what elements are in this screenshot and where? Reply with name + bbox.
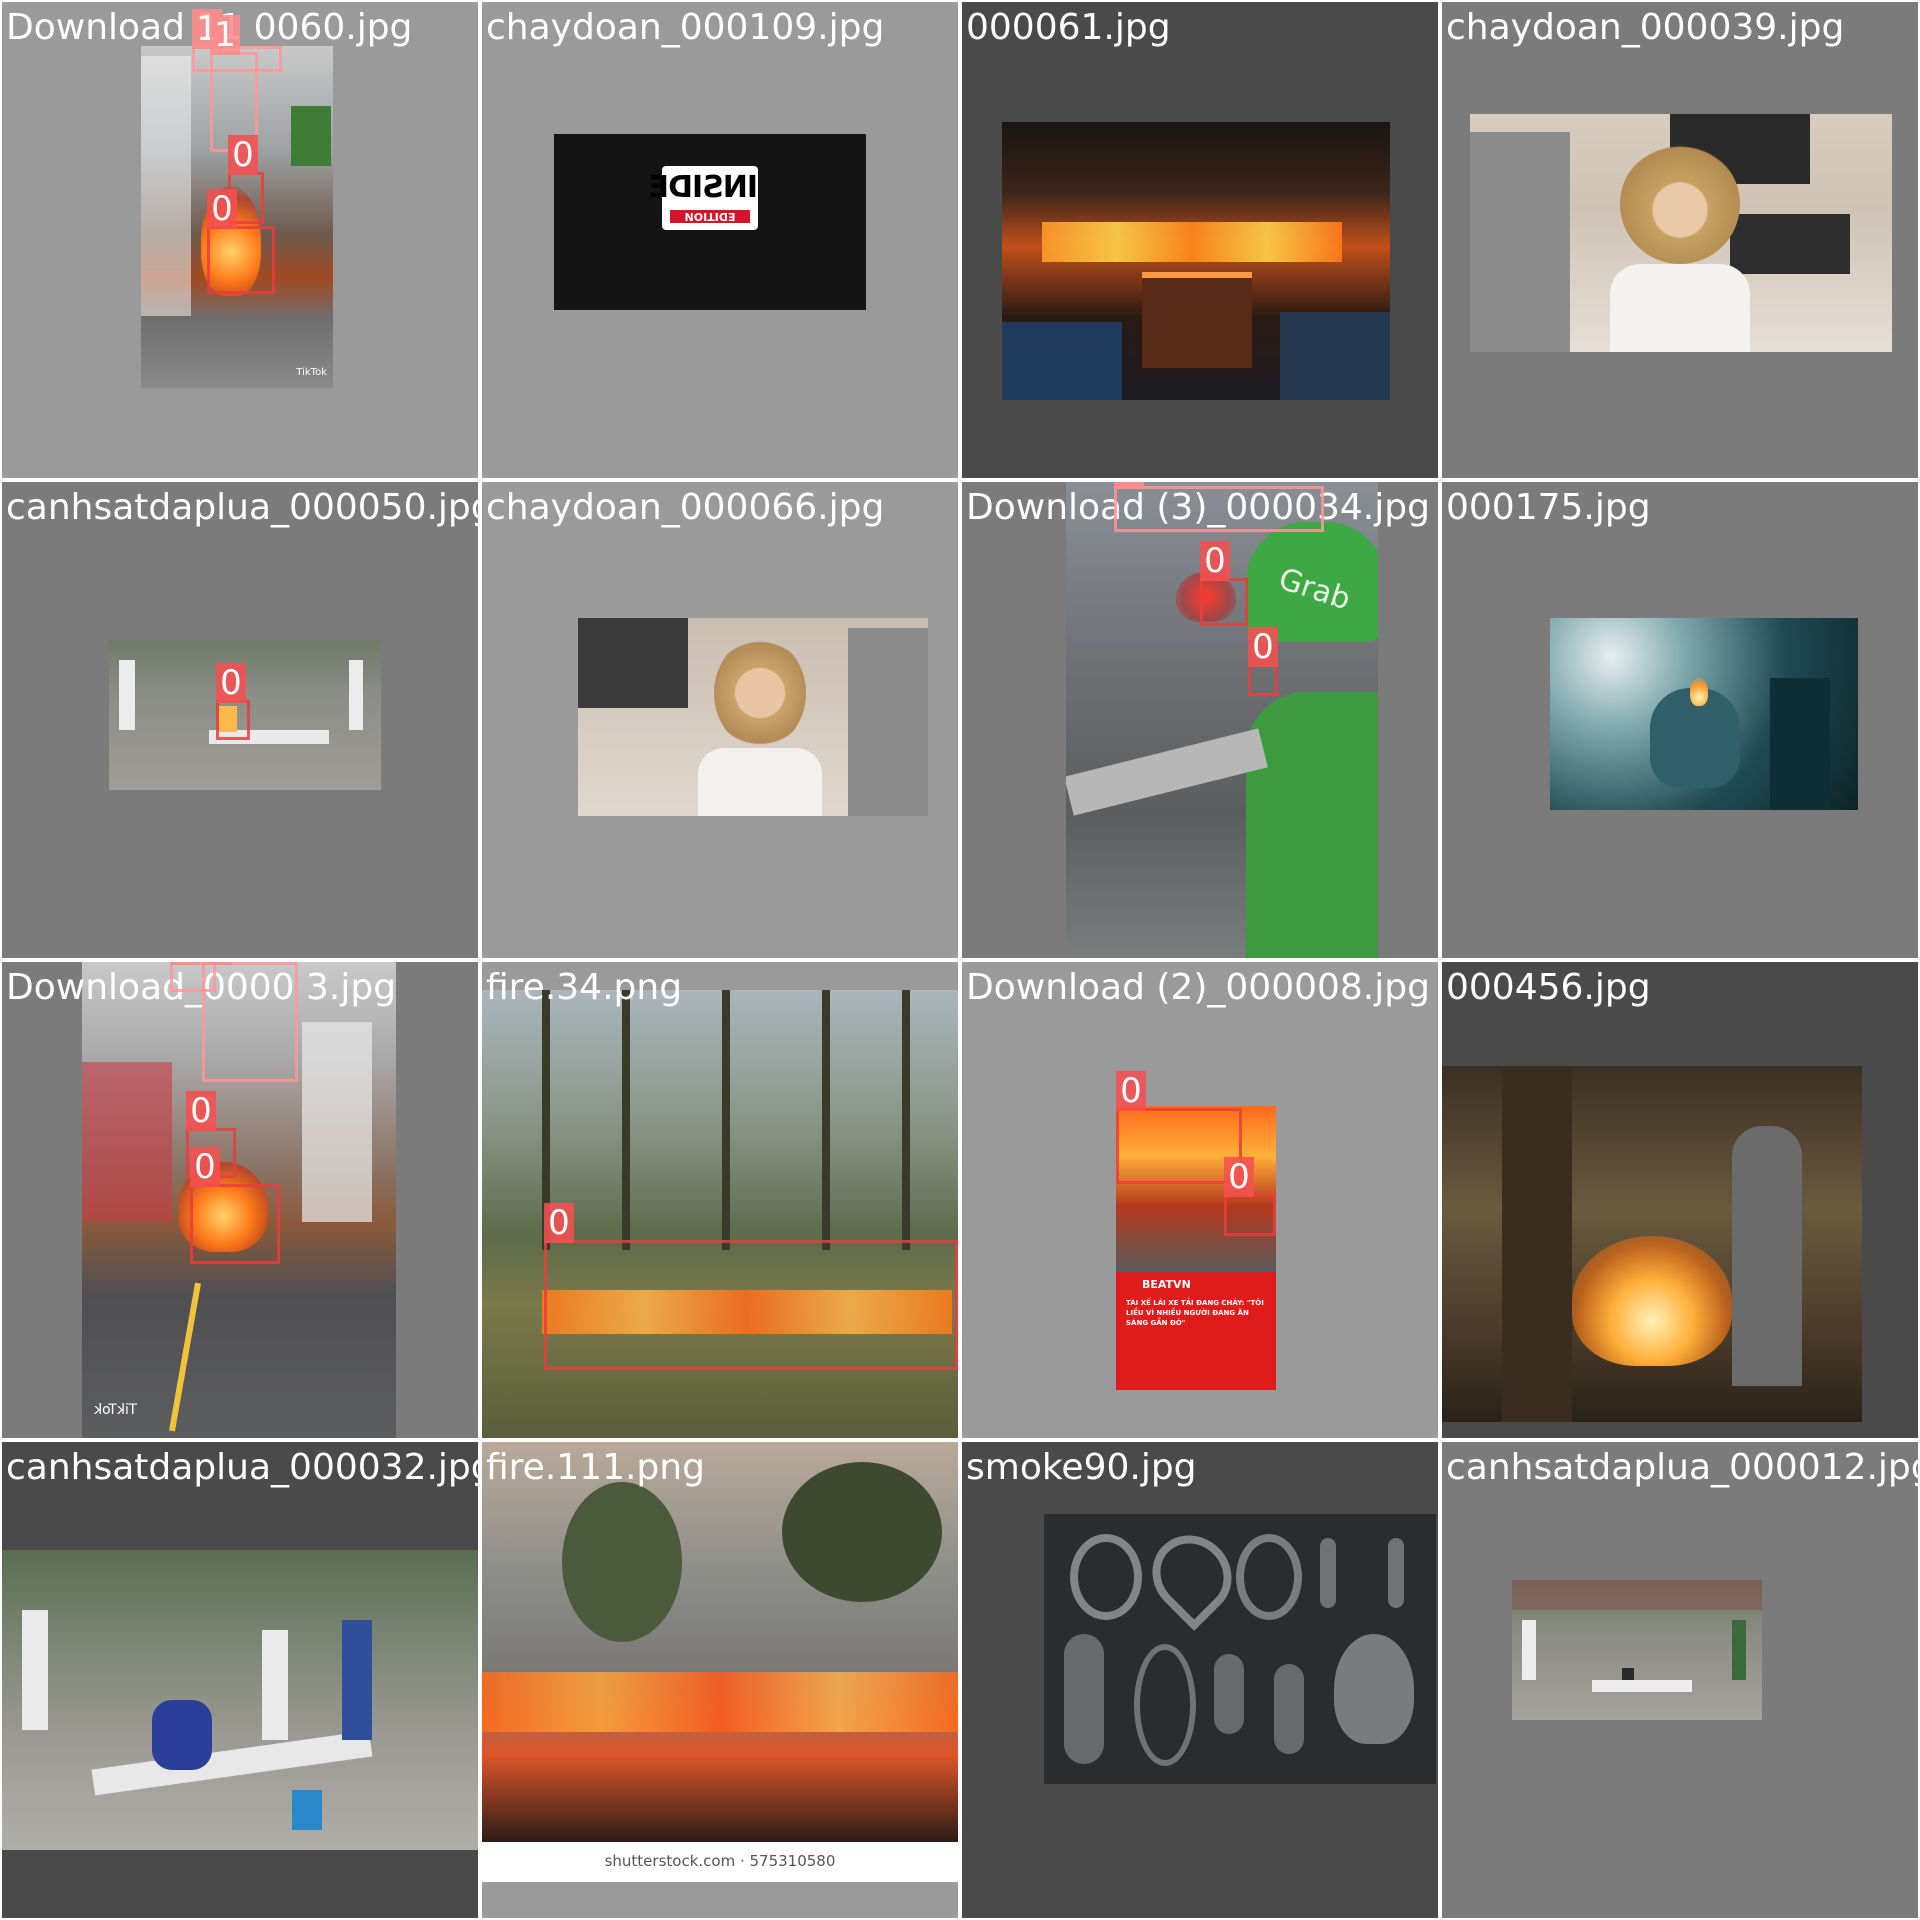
shutterstock-watermark: shutterstock.com · 575310580 [604,1852,836,1870]
tile-filename: chaydoan_000039.jpg [1446,7,1845,48]
thumbnail-forest-ground-fire [482,990,958,1438]
tile-download-000060[interactable]: TikTok 1 1 0 0 Download 11 0060.jpg [2,2,478,478]
thumbnail-kitchen-presenter [578,618,928,816]
thumbnail-grab-driver-fire: Grab [1066,482,1378,958]
tiktok-watermark: TikTok [94,1402,137,1418]
thumbnail-forest-fire-smoke [482,1442,958,1842]
beatvn-caption: TÀI XẾ LÁI XE TẢI ĐANG CHÁY: "TÔI LIỀU V… [1126,1299,1264,1327]
tile-filename: 000456.jpg [1446,967,1651,1008]
tile-filename: fire.34.png [486,967,683,1008]
tile-filename: chaydoan_000109.jpg [486,7,885,48]
tile-fire-111[interactable]: shutterstock.com · 575310580 fire.111.pn… [482,1442,958,1918]
tile-download-2-000008[interactable]: BEATVN TÀI XẾ LÁI XE TẢI ĐANG CHÁY: "TÔI… [962,962,1438,1438]
tile-000456[interactable]: 000456.jpg [1442,962,1918,1438]
thumbnail-inside-edition: INSIDE EDITION [554,134,866,310]
thumbnail-street-fire: TikTok [82,962,396,1438]
thumbnail-beatvn-truck-fire: BEATVN TÀI XẾ LÁI XE TẢI ĐANG CHÁY: "TÔI… [1116,1106,1276,1390]
thumbnail-night-street-fire [1442,1066,1862,1422]
tile-filename: canhsatdaplua_000012.jpg [1446,1447,1918,1488]
tile-000175[interactable]: 000175.jpg [1442,482,1918,958]
shutterstock-footer: shutterstock.com · 575310580 [482,1842,958,1882]
tile-filename: canhsatdaplua_000050.jpg [6,487,478,528]
thumbnail-fire-drill-crowd [2,1550,478,1850]
tile-filename: canhsatdaplua_000032.jpg [6,1447,478,1488]
tile-filename: Download_0000 3.jpg [6,967,397,1008]
tile-filename: chaydoan_000066.jpg [486,487,885,528]
thumbnail-fire-drill [1512,1580,1762,1720]
mosaic-grid: TikTok 1 1 0 0 Download 11 0060.jpg INSI… [0,0,1920,1920]
tile-canhsatdaplua-000012[interactable]: canhsatdaplua_000012.jpg [1442,1442,1918,1918]
tiktok-watermark: TikTok [296,367,327,378]
thumbnail-market-fire [1002,122,1390,400]
tile-filename: 000175.jpg [1446,487,1651,528]
thumbnail-fire-drill [109,640,381,790]
tile-filename: Download (2)_000008.jpg [966,967,1430,1008]
thumbnail-smoke-brushes [1044,1514,1436,1784]
tile-000061[interactable]: 000061.jpg [962,2,1438,478]
tile-filename: smoke90.jpg [966,1447,1197,1488]
tile-download-3-000034[interactable]: Grab 1 0 0 Download (3)_000034.jpg [962,482,1438,958]
tile-fire-34[interactable]: 0 fire.34.png [482,962,958,1438]
tile-canhsatdaplua-000050[interactable]: 0 canhsatdaplua_000050.jpg [2,482,478,958]
tile-filename: Download (3)_000034.jpg [966,487,1430,528]
class-label: 0 [1116,1071,1146,1111]
tile-chaydoan-000066[interactable]: chaydoan_000066.jpg [482,482,958,958]
tile-filename: 000061.jpg [966,7,1171,48]
beatvn-logo: BEATVN [1142,1278,1191,1291]
tile-smoke90[interactable]: smoke90.jpg [962,1442,1438,1918]
tile-canhsatdaplua-000032[interactable]: canhsatdaplua_000032.jpg [2,1442,478,1918]
thumbnail-street-fire: TikTok [141,46,333,388]
thumbnail-lighter-hand [1550,618,1858,810]
inside-edition-logo: INSIDE EDITION [650,166,758,230]
tile-chaydoan-000109[interactable]: INSIDE EDITION chaydoan_000109.jpg [482,2,958,478]
tile-filename: Download 11 0060.jpg [6,7,413,48]
thumbnail-kitchen-presenter [1470,114,1892,352]
tile-filename: fire.111.png [486,1447,705,1488]
tile-download-000023[interactable]: TikTok 1 1 0 0 Download_0000 3.jpg [2,962,478,1438]
tile-chaydoan-000039[interactable]: chaydoan_000039.jpg [1442,2,1918,478]
